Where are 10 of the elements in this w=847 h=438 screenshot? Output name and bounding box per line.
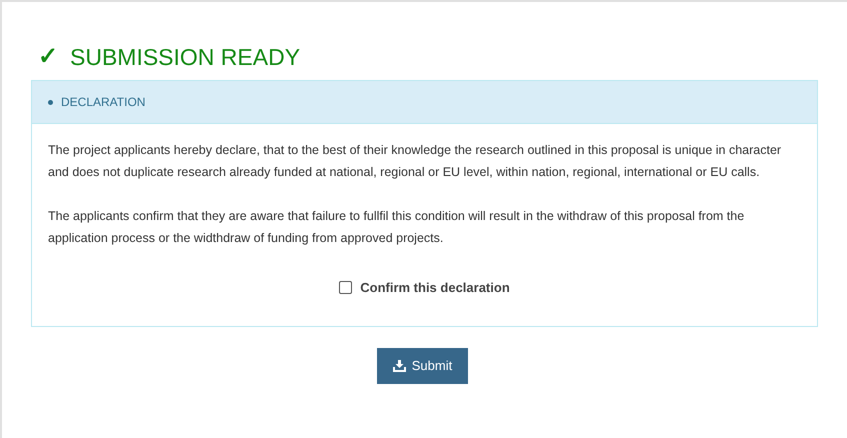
declaration-text: The applicants confirm that they are aware that failure to fullfil this condition will result in the withdraw of this proposal from the application process or the widthdraw of funding from approved projects.: [48, 208, 746, 247]
bullet-icon: [48, 100, 53, 104]
declaration-text: The project applicants hereby declare, that to the best of their knowledge the research outlined in this proposal is unique in character and does not duplicate research already funded at national, regional or EU level, within nation, regional, international or EU calls.: [48, 142, 782, 181]
page-title: SUBMISSION READY: [70, 46, 300, 68]
confirm-label: Confirm this declaration: [360, 279, 510, 297]
confirm-checkbox[interactable]: [339, 281, 352, 294]
download-icon: [392, 360, 406, 372]
check-icon: ✓: [38, 45, 58, 69]
panel-title: DECLARATION: [61, 94, 146, 111]
submit-button[interactable]: Submit: [377, 348, 468, 384]
